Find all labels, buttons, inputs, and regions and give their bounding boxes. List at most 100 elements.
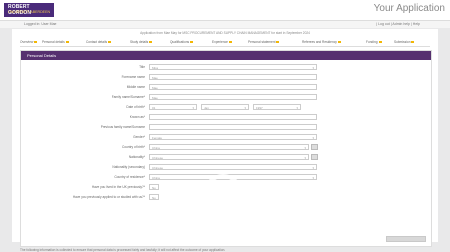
login-status: Logged in: User Mae [24,22,57,26]
status-mark-icon [34,41,38,44]
known-as-input[interactable] [149,114,317,120]
field-value: No [152,186,156,190]
field-value: Jan [204,106,209,110]
form-row-known-as: Known as* [21,114,431,123]
field-value: Mae [152,86,158,90]
field-label: Date of birth* [126,105,145,109]
middle-name-input[interactable]: Mae [149,84,317,90]
form-row-middle-name: Middle name Mae [21,84,431,93]
tab-label: Funding [366,40,378,44]
tab-overview[interactable]: Overview [20,39,38,46]
tab-personal-details[interactable]: Personal details [42,39,69,46]
status-mark-icon [228,41,232,44]
field-label: Family name/Surname* [111,95,145,99]
field-value: Miss [152,66,159,70]
dob-month-select[interactable]: Jan ▾ [201,104,249,110]
tab-personal-statement[interactable]: Personal statement [248,39,280,46]
status-mark-icon [411,41,415,44]
chevron-down-icon: ▾ [304,156,306,160]
field-value: China [152,176,160,180]
field-value: 1997 [256,106,263,110]
tab-label: Submission [394,40,411,44]
lived-in-uk-select[interactable]: No [149,184,159,190]
panel-title: Personal Details [27,53,57,58]
tab-label: Overview [20,40,34,44]
field-label: Have you lived in the UK previously?* [91,185,145,189]
forename-input[interactable]: Mae [149,74,317,80]
form-row-forename: Forename name Mae [21,74,431,83]
chevron-down-icon: ▾ [296,106,298,110]
status-mark-icon [276,41,280,44]
field-value: Chinese [152,166,164,170]
chevron-down-icon: ▾ [312,66,314,70]
field-value: China [152,146,160,150]
form-row-family-name: Family name/Surname* Mae [21,94,431,103]
tab-referees[interactable]: Referees and Residency [302,39,341,46]
chevron-down-icon: ▾ [312,136,314,140]
dob-year-select[interactable]: 1997 ▾ [253,104,301,110]
field-value: No [152,196,156,200]
tab-label: Referees and Residency [302,40,337,44]
chevron-down-icon: ▾ [244,106,246,110]
tab-label: Personal statement [248,40,276,44]
gender-select[interactable]: Female ▾ [149,134,317,140]
watermark-chinese-text: 美瑞留学网 [263,180,389,205]
tab-funding[interactable]: Funding [366,39,382,46]
field-value: Mae [152,76,158,80]
help-icon[interactable] [311,154,318,160]
status-mark-icon [378,41,382,44]
university-logo[interactable]: ROBERT GORDON UNIVERSITY ABERDEEN [4,3,54,17]
title-select[interactable]: Miss ▾ [149,64,317,70]
site-watermark: M 美瑞留学网 aocunvalve.com [203,170,448,240]
country-of-birth-select[interactable]: China ▾ [149,144,309,150]
tab-label: Study details [130,40,149,44]
form-row-title: Title Miss ▾ [21,64,431,73]
form-row-nationality: Nationality* Chinese ▾ [21,154,431,163]
field-label: Have you previously applied to or studie… [72,195,145,199]
field-label: Country of residence* [114,175,145,179]
application-note: Application from Mae May for MSC PROCURE… [140,31,310,35]
app-title: Your Application [373,3,445,14]
field-label: Middle name [126,85,145,89]
field-label: Nationality* [128,155,145,159]
field-label: Known as* [129,115,145,119]
field-value: Mae [152,96,158,100]
field-value: 01 [152,106,156,110]
app-header: ROBERT GORDON UNIVERSITY ABERDEEN Your A… [0,0,450,21]
previous-family-name-input[interactable] [149,124,317,130]
status-mark-icon [337,41,341,44]
tab-contact-details[interactable]: Contact details [86,39,112,46]
field-label: Title [139,65,145,69]
status-mark-icon [65,41,69,44]
help-icon[interactable] [311,144,318,150]
chevron-down-icon: ▾ [192,106,194,110]
nationality-select[interactable]: Chinese ▾ [149,154,309,160]
form-row-dob: Date of birth* 01 ▾ Jan ▾ 1997 ▾ [21,104,431,113]
form-row-gender: Gender* Female ▾ [21,134,431,143]
status-mark-icon [190,41,194,44]
field-label: Gender* [133,135,145,139]
family-name-input[interactable]: Mae [149,94,317,100]
tab-label: Contact details [86,40,108,44]
chevron-down-icon: ▾ [304,146,306,150]
tab-study-details[interactable]: Study details [130,39,153,46]
status-mark-icon [108,41,112,44]
user-bar: Logged in: User Mae | Log out | Admin he… [0,21,450,28]
field-label: Country of birth* [121,145,145,149]
tab-submission[interactable]: Submission [394,39,415,46]
tab-qualifications[interactable]: Qualifications [170,39,194,46]
panel-header: Personal Details [21,51,431,60]
field-label: Nationality (secondary) [112,165,145,169]
watermark-m-icon: M [213,180,230,202]
tab-experience[interactable]: Experience [212,39,232,46]
privacy-footnote: The following information is collected t… [20,248,226,252]
field-label: Previous family name/Surname [100,125,145,129]
section-tabs: Overview Personal details Contact detail… [20,39,430,47]
dob-day-select[interactable]: 01 ▾ [149,104,197,110]
logo-line2: UNIVERSITY ABERDEEN [8,10,51,14]
watermark-english-text: aocunvalve.com [265,206,395,222]
status-mark-icon [149,41,153,44]
field-label: Forename name [121,75,145,79]
account-links[interactable]: | Log out | Admin help | Help [376,21,420,28]
applied-before-select[interactable]: No [149,194,159,200]
